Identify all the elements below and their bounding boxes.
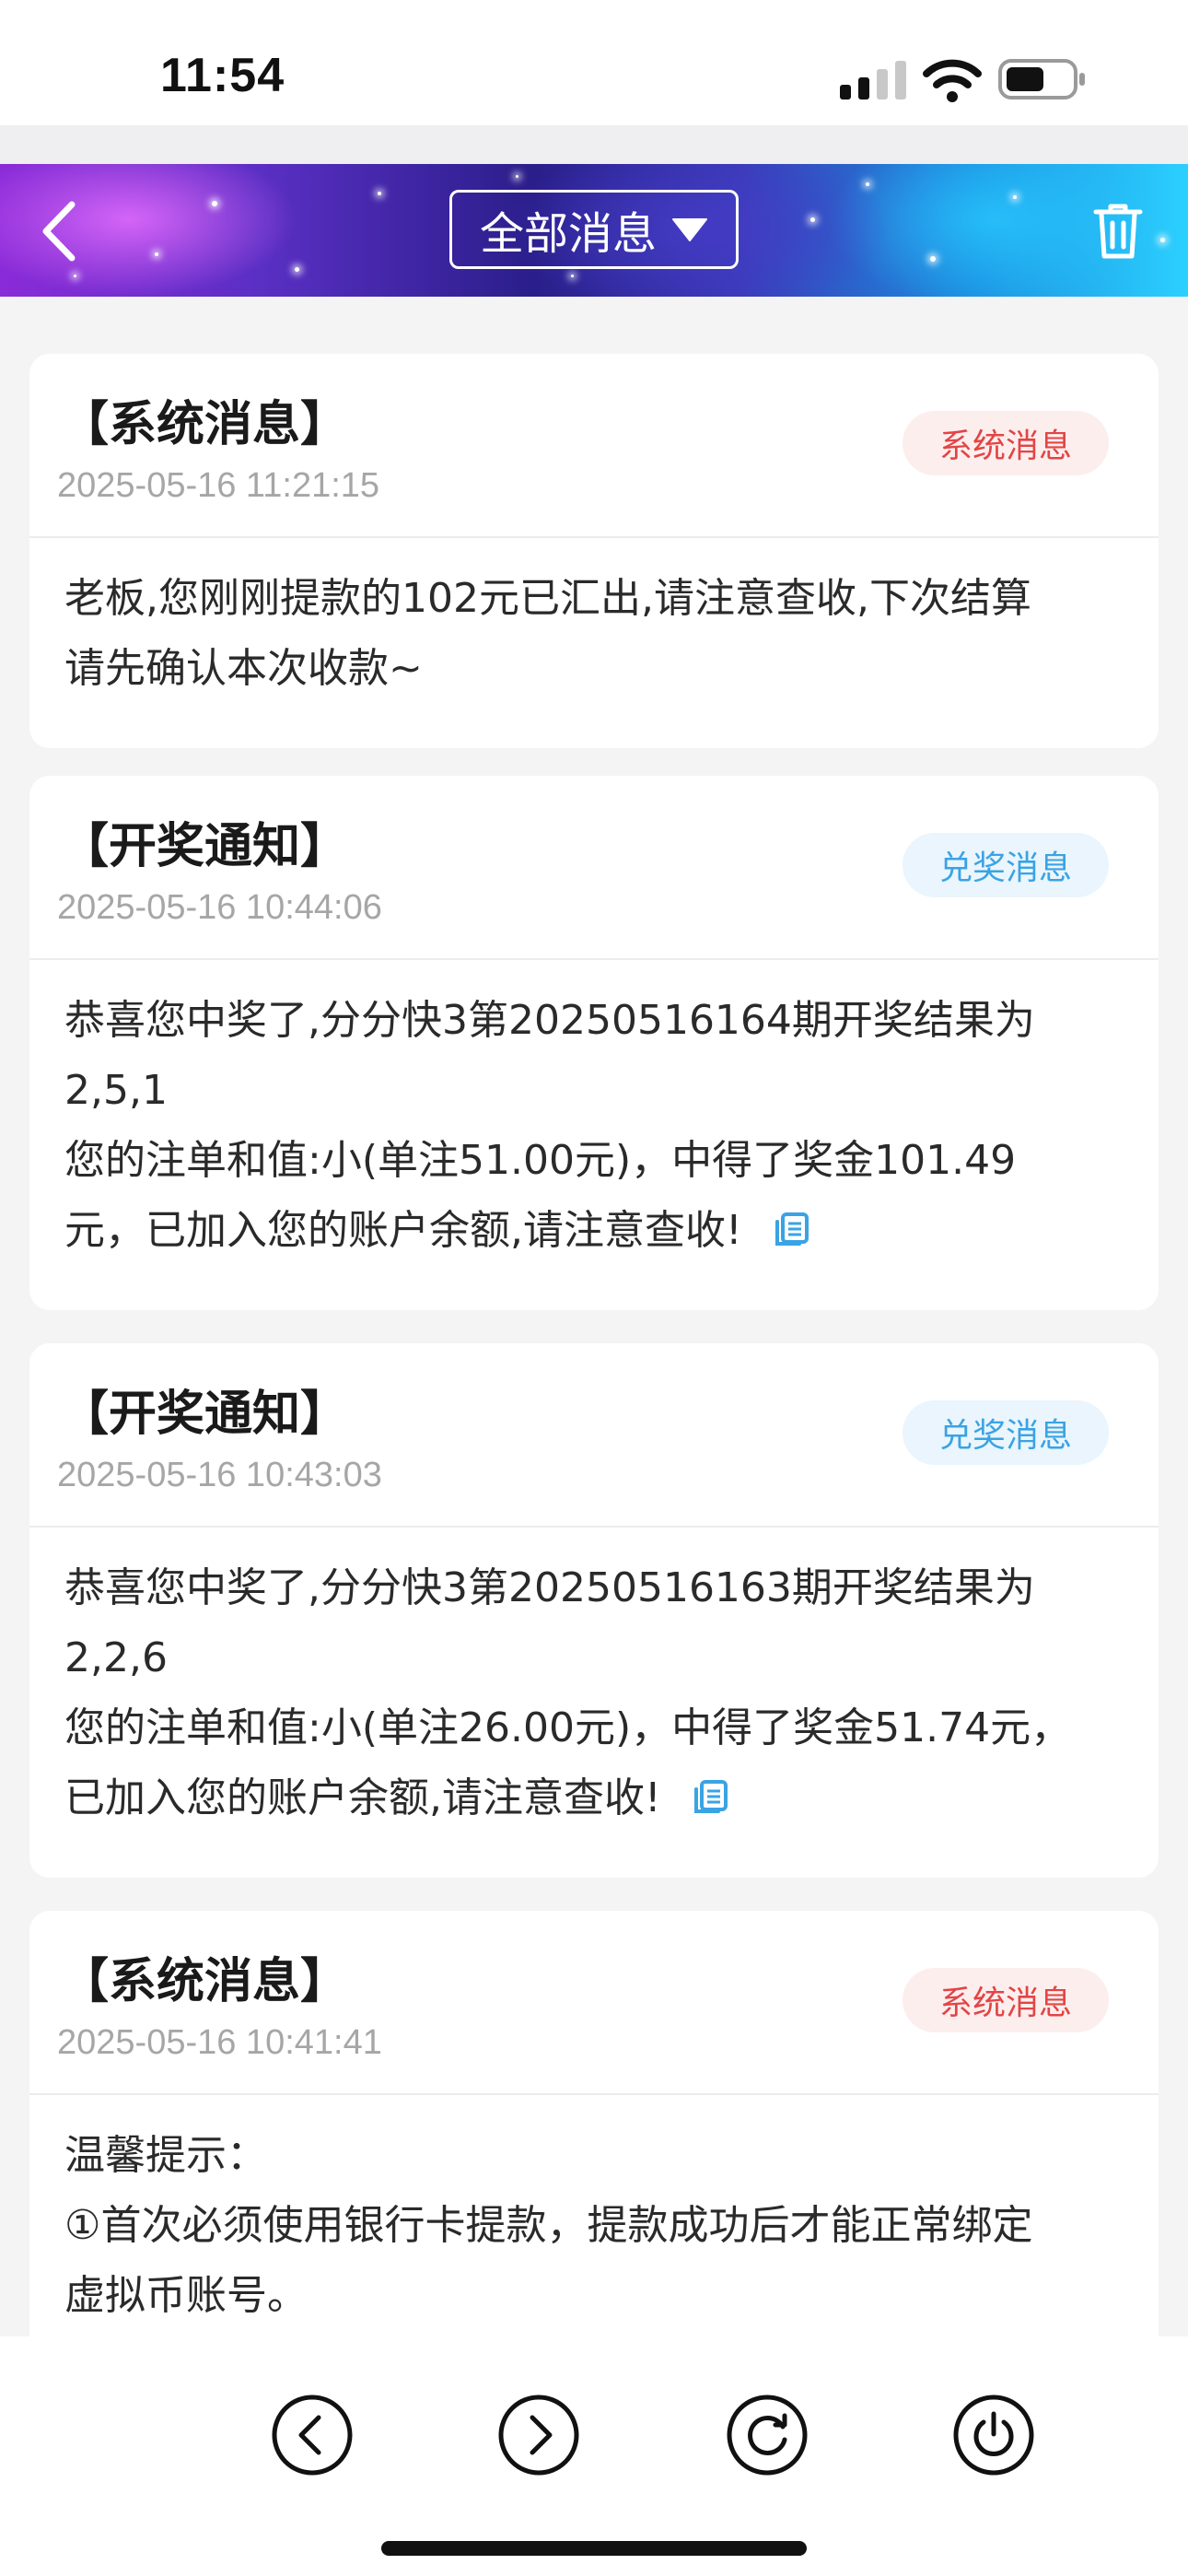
message-type-badge: 系统消息 xyxy=(902,411,1109,475)
message-line-with-copy: 已加入您的账户余额,请注意查收! xyxy=(64,1763,1124,1833)
message-date: 2025-05-16 10:41:41 xyxy=(57,2023,382,2062)
message-header: 【开奖通知】 2025-05-16 10:44:06 兑奖消息 xyxy=(29,776,1159,960)
message-card[interactable]: 【开奖通知】 2025-05-16 10:44:06 兑奖消息 恭喜您中奖了,分… xyxy=(29,776,1159,1310)
message-line: 温馨提示： xyxy=(64,2132,267,2179)
message-card[interactable]: 【开奖通知】 2025-05-16 10:43:03 兑奖消息 恭喜您中奖了,分… xyxy=(29,1343,1159,1878)
cellular-signal-icon xyxy=(840,61,906,100)
home-indicator xyxy=(381,2541,807,2556)
browser-toolbar xyxy=(0,2336,1188,2576)
wifi-icon xyxy=(923,59,982,102)
copy-icon[interactable] xyxy=(774,1211,810,1247)
power-icon[interactable] xyxy=(952,2394,1035,2476)
message-line: 您的注单和值:小(单注51.00元)，中得了奖金101.49 xyxy=(64,1137,1017,1184)
caret-down-icon xyxy=(672,218,707,241)
message-title: 【系统消息】 xyxy=(61,397,349,452)
message-body: 恭喜您中奖了,分分快3第20250516163期开奖结果为 2,2,6 您的注单… xyxy=(29,1528,1159,1867)
message-date: 2025-05-16 11:21:15 xyxy=(57,466,380,505)
message-card[interactable]: 【系统消息】 2025-05-16 10:41:41 系统消息 温馨提示： ①首… xyxy=(29,1911,1159,2336)
message-title: 【开奖通知】 xyxy=(61,819,349,874)
message-type-badge: 系统消息 xyxy=(902,1968,1109,2032)
chevron-left-icon[interactable] xyxy=(37,199,83,263)
message-line: 请先确认本次收款~ xyxy=(64,645,423,692)
battery-icon xyxy=(998,59,1085,100)
message-line: 虚拟币账号。 xyxy=(64,2272,308,2319)
message-line: 老板,您刚刚提款的102元已汇出,请注意查收,下次结算 xyxy=(64,575,1031,622)
message-body: 恭喜您中奖了,分分快3第20250516164期开奖结果为 2,5,1 您的注单… xyxy=(29,960,1159,1299)
copy-icon[interactable] xyxy=(693,1778,729,1815)
message-list[interactable]: 【系统消息】 2025-05-16 11:21:15 系统消息 老板,您刚刚提款… xyxy=(0,297,1188,2336)
message-body: 温馨提示： ①首次必须使用银行卡提款，提款成功后才能正常绑定 虚拟币账号。 xyxy=(29,2095,1159,2336)
status-divider xyxy=(0,125,1188,164)
message-header: 【系统消息】 2025-05-16 11:21:15 系统消息 xyxy=(29,354,1159,538)
message-type-badge: 兑奖消息 xyxy=(902,1400,1109,1465)
message-date: 2025-05-16 10:43:03 xyxy=(57,1456,382,1494)
filter-label: 全部消息 xyxy=(479,208,657,260)
message-line: 2,2,6 xyxy=(64,1634,168,1681)
circle-chevron-right-icon[interactable] xyxy=(497,2394,580,2476)
status-bar: 11:54 xyxy=(0,0,1188,125)
message-filter-dropdown[interactable]: 全部消息 xyxy=(449,190,739,269)
message-line-with-copy: 元，已加入您的账户余额,请注意查收! xyxy=(64,1196,1124,1266)
message-line: 恭喜您中奖了,分分快3第20250516163期开奖结果为 xyxy=(64,1564,1035,1611)
status-time: 11:54 xyxy=(160,49,285,102)
message-line: 已加入您的账户余额,请注意查收! xyxy=(64,1774,661,1821)
message-type-badge: 兑奖消息 xyxy=(902,833,1109,897)
circle-chevron-left-icon[interactable] xyxy=(271,2394,354,2476)
message-date: 2025-05-16 10:44:06 xyxy=(57,888,382,927)
message-card[interactable]: 【系统消息】 2025-05-16 11:21:15 系统消息 老板,您刚刚提款… xyxy=(29,354,1159,748)
message-line: 2,5,1 xyxy=(64,1067,168,1114)
message-header: 【开奖通知】 2025-05-16 10:43:03 兑奖消息 xyxy=(29,1343,1159,1528)
trash-icon[interactable] xyxy=(1092,201,1144,260)
message-body: 老板,您刚刚提款的102元已汇出,请注意查收,下次结算 请先确认本次收款~ xyxy=(29,538,1159,737)
message-line: 恭喜您中奖了,分分快3第20250516164期开奖结果为 xyxy=(64,997,1035,1044)
message-line: ①首次必须使用银行卡提款，提款成功后才能正常绑定 xyxy=(64,2202,1033,2249)
message-line: 您的注单和值:小(单注26.00元)，中得了奖金51.74元， xyxy=(64,1704,1072,1751)
message-line: 元，已加入您的账户余额,请注意查收! xyxy=(64,1207,742,1254)
header-bar: 全部消息 xyxy=(0,164,1188,297)
message-title: 【系统消息】 xyxy=(61,1954,349,2009)
refresh-icon[interactable] xyxy=(726,2394,809,2476)
message-title: 【开奖通知】 xyxy=(61,1387,349,1442)
message-header: 【系统消息】 2025-05-16 10:41:41 系统消息 xyxy=(29,1911,1159,2095)
